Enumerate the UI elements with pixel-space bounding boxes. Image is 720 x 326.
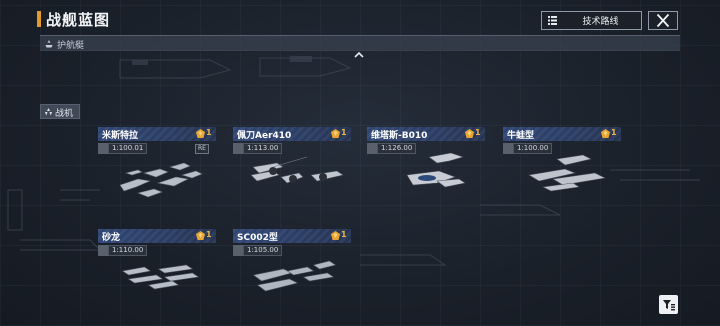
escort-section-label: 护航艇: [57, 41, 85, 51]
cost-gem-icon: [331, 231, 340, 240]
card-cost: 1: [206, 128, 212, 137]
fighter-icon: [45, 108, 52, 116]
ship-illustration: [121, 264, 200, 290]
escort-section-header[interactable]: 护航艇: [40, 35, 680, 51]
fighter-section-tag: 战机: [40, 104, 80, 119]
card-header: 米斯特拉 1: [98, 127, 216, 141]
card-header: 砂龙 1: [98, 229, 216, 243]
filter-icon: [663, 300, 675, 311]
ship-illustration: [406, 153, 466, 188]
card-cost: 1: [341, 230, 347, 239]
cost-gem-icon: [196, 231, 205, 240]
filter-button[interactable]: [659, 295, 678, 314]
ship-illustration: [252, 260, 337, 292]
close-button[interactable]: [648, 11, 678, 30]
blueprint-card[interactable]: SC002型 1 1:105.00: [233, 229, 351, 313]
card-name: 牛蛙型: [507, 131, 535, 141]
cost-gem-icon: [601, 129, 610, 138]
ship-illustration: [119, 162, 203, 198]
page-title: 战舰蓝图: [46, 11, 111, 29]
blueprint-card[interactable]: 米斯特拉 1 1:100.01 RE: [98, 127, 216, 211]
blueprint-card[interactable]: 牛蛙型 1 1:100.00: [503, 127, 621, 211]
card-cost: 1: [206, 230, 212, 239]
close-icon: [656, 13, 670, 28]
card-header: 佩刀Aer410 1: [233, 127, 351, 141]
ship-illustration: [528, 154, 606, 192]
cost-gem-icon: [465, 129, 474, 138]
escort-icon: [45, 40, 53, 48]
card-name: 佩刀Aer410: [237, 131, 292, 141]
card-name: 砂龙: [102, 233, 121, 243]
card-name: SC002型: [237, 233, 278, 243]
blueprint-card[interactable]: 佩刀Aer410 1 1:113.00: [233, 127, 351, 211]
fighter-section-label: 战机: [55, 109, 74, 119]
blueprint-card[interactable]: 维塔斯-B010 1 1:126.00: [367, 127, 485, 211]
cost-gem-icon: [331, 129, 340, 138]
card-name: 米斯特拉: [102, 131, 139, 141]
tech-route-label: 技术路线: [582, 17, 619, 27]
card-cost: 1: [475, 128, 481, 137]
card-cost: 1: [611, 128, 617, 137]
tech-route-button[interactable]: 技术路线: [541, 11, 642, 30]
title-accent: [37, 11, 41, 27]
card-header: 牛蛙型 1: [503, 127, 621, 141]
card-header: 维塔斯-B010 1: [367, 127, 485, 141]
cost-gem-icon: [196, 129, 205, 138]
blueprint-card[interactable]: 砂龙 1 1:110.00: [98, 229, 216, 313]
card-cost: 1: [341, 128, 347, 137]
ship-illustration: [250, 156, 344, 184]
chevron-up-icon[interactable]: [353, 51, 365, 59]
card-header: SC002型 1: [233, 229, 351, 243]
card-name: 维塔斯-B010: [371, 131, 428, 141]
